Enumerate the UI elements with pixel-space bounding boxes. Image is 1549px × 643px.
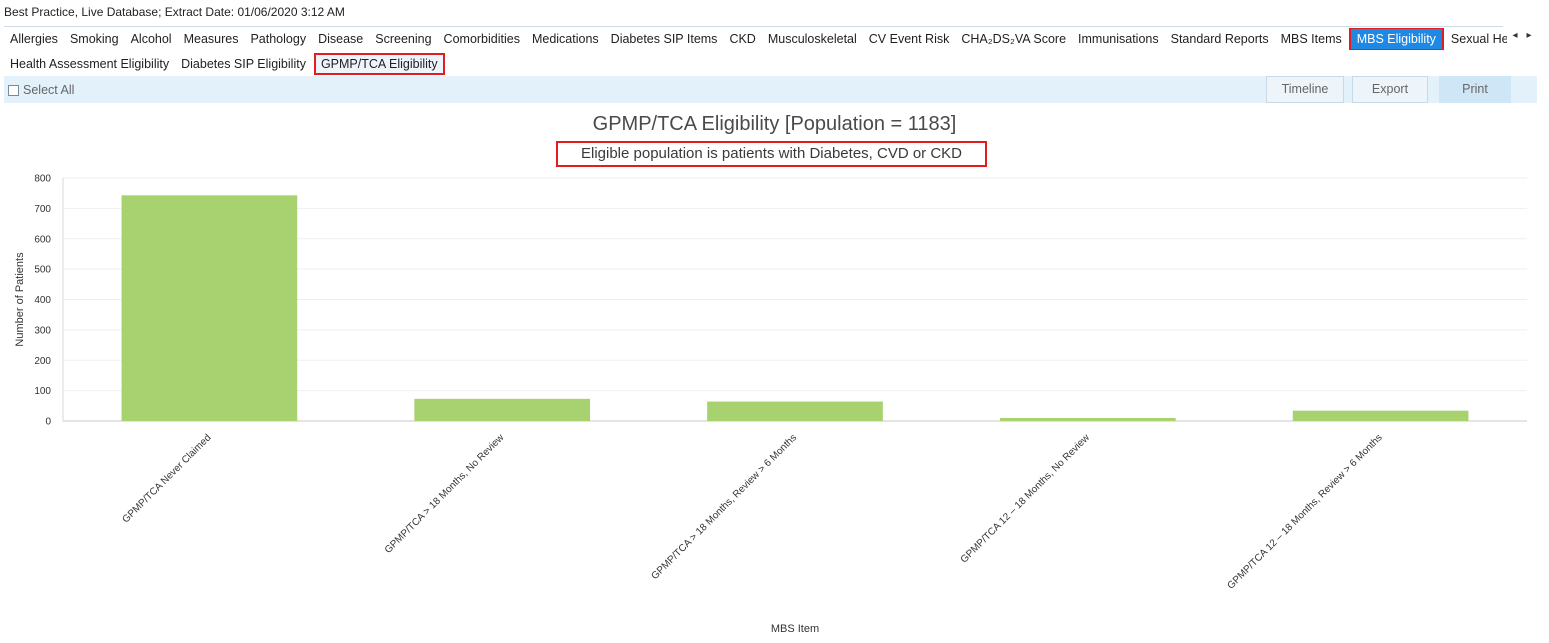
y-tick-label: 800: [34, 174, 51, 185]
x-tick-label: GPMP/TCA > 18 Months, Review > 6 Months: [649, 432, 799, 582]
y-axis-title: Number of Patients: [14, 252, 26, 347]
bar: [121, 195, 298, 421]
x-tick-label: GPMP/TCA 12 – 18 Months, No Review: [959, 432, 1093, 566]
y-tick-label: 500: [34, 265, 51, 276]
y-tick-label: 300: [34, 325, 51, 336]
bar: [707, 401, 883, 421]
x-tick-label: GPMP/TCA Never Claimed: [120, 432, 213, 525]
bar: [1292, 410, 1469, 421]
y-tick-label: 100: [34, 386, 51, 397]
x-tick-label: GPMP/TCA > 18 Months, No Review: [383, 432, 507, 556]
y-tick-label: 400: [34, 295, 51, 306]
bar: [414, 398, 591, 421]
x-axis-title: MBS Item: [771, 623, 819, 635]
y-tick-label: 700: [34, 204, 51, 215]
bar-chart: 0 100 200 300 400 500 600 700 800 GPMP/TCA Never …: [14, 174, 1527, 635]
y-tick-label: 600: [34, 234, 51, 245]
y-tick-label: 0: [45, 417, 51, 428]
y-tick-label: 200: [34, 356, 51, 367]
x-tick-label: GPMP/TCA 12 – 18 Months, Review > 6 Mont…: [1225, 432, 1384, 591]
bar: [999, 417, 1176, 421]
